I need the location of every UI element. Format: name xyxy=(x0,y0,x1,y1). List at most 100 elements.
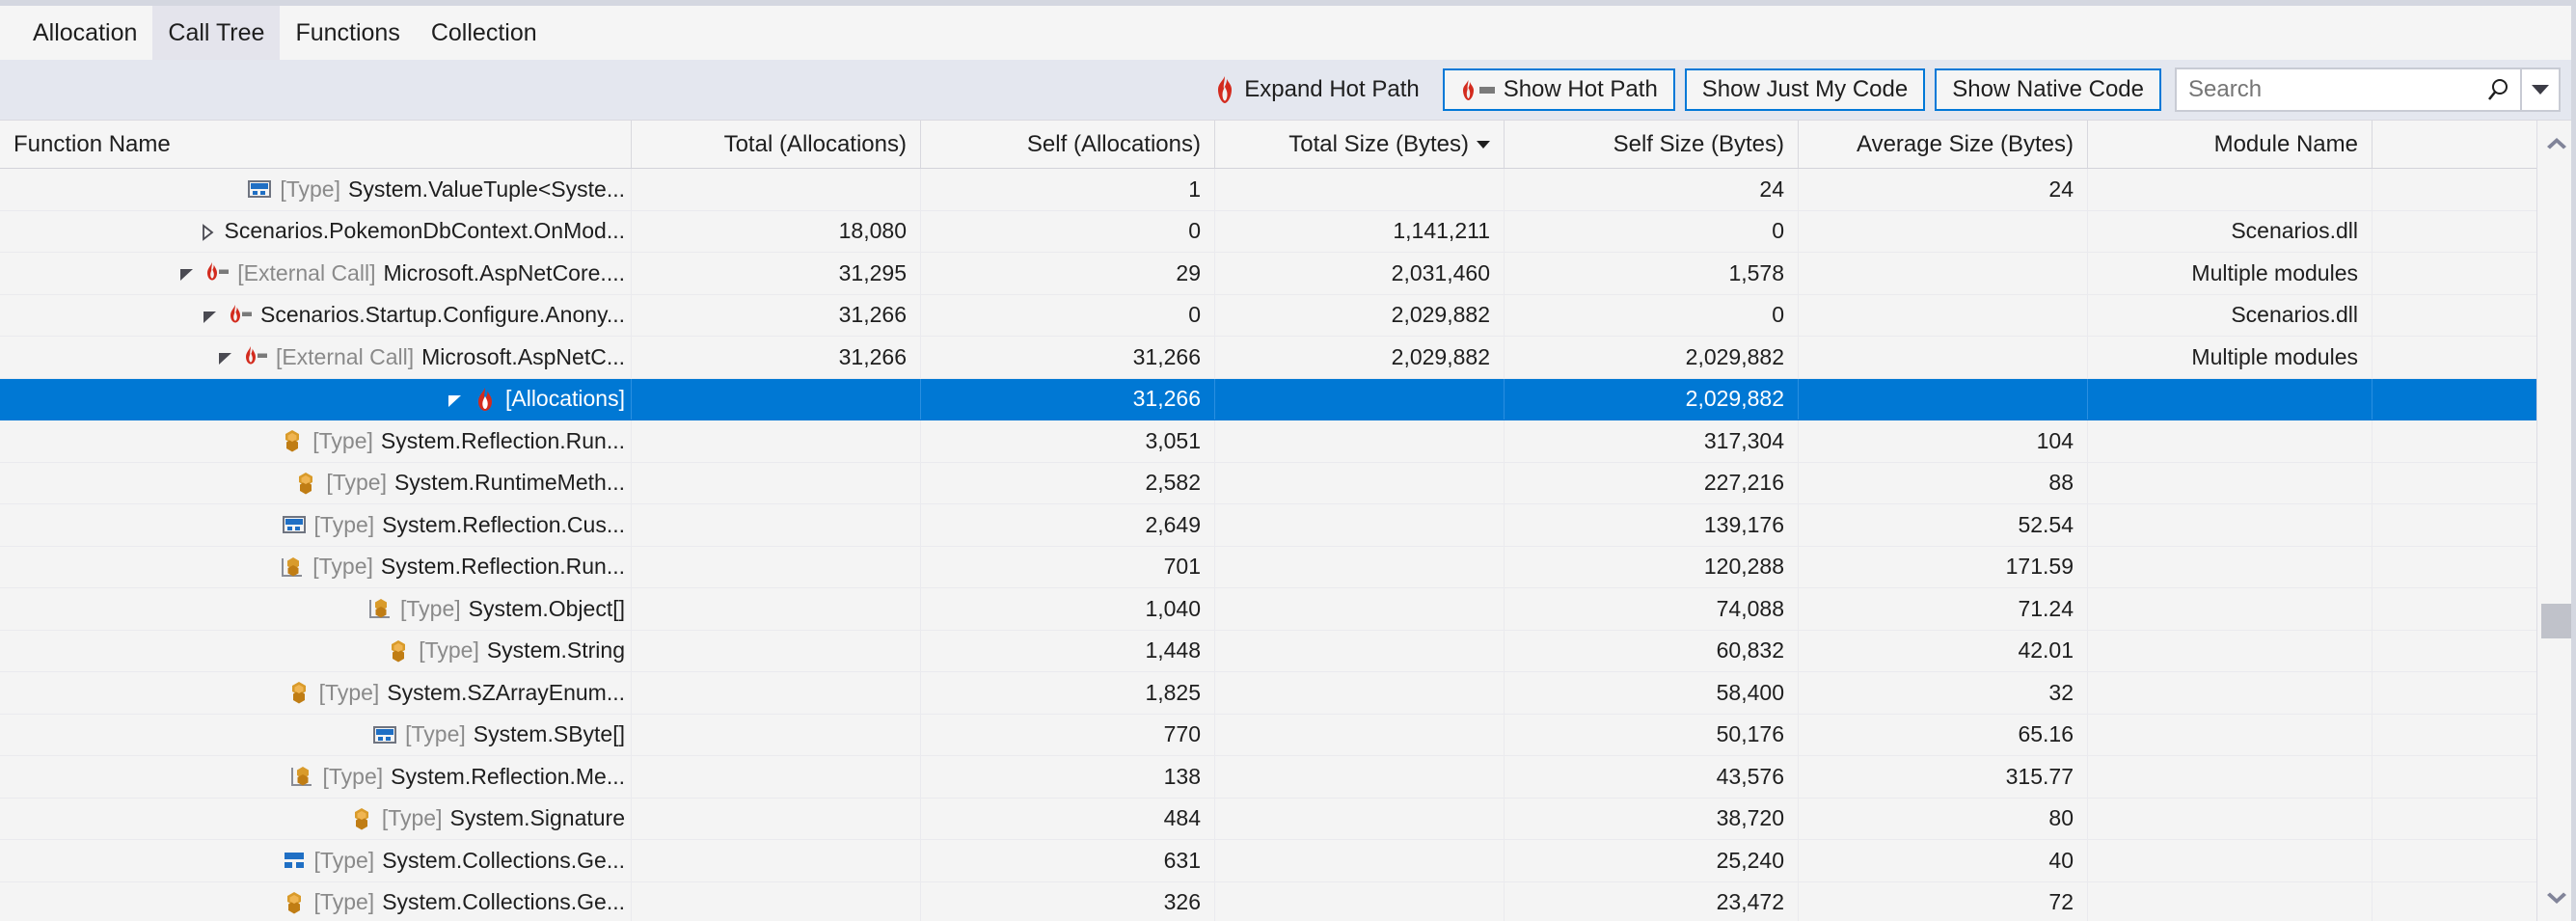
tree-expander-placeholder xyxy=(220,179,239,199)
scroll-up-button[interactable] xyxy=(2537,121,2576,165)
tree-expander-expanded-icon[interactable] xyxy=(177,263,197,283)
tab-collection[interactable]: Collection xyxy=(416,6,553,60)
cell-function-name: [External Call] Microsoft.AspNetCore.... xyxy=(0,253,632,294)
cell-module xyxy=(2088,798,2373,839)
tab-functions[interactable]: Functions xyxy=(280,6,415,60)
cell-function-name: [Type] System.SByte[] xyxy=(0,714,632,755)
tree-expander-expanded-icon[interactable] xyxy=(446,390,465,409)
cell-self-size: 43,576 xyxy=(1505,756,1799,798)
scrollbar-track[interactable] xyxy=(2537,165,2576,877)
tree-expander-expanded-icon[interactable] xyxy=(201,306,220,325)
cell-filler xyxy=(2373,379,2536,420)
function-name-content: Scenarios.PokemonDbContext.OnMod... xyxy=(198,218,625,244)
tree-expander-placeholder xyxy=(345,725,365,745)
cell-module: Scenarios.dll xyxy=(2088,294,2373,336)
column-header-function-name[interactable]: Function Name xyxy=(0,121,632,168)
cell-function-name: [Type] System.Reflection.Run... xyxy=(0,546,632,587)
function-name-text: System.Collections.Ge... xyxy=(382,889,625,915)
cell-self-size: 0 xyxy=(1505,210,1799,252)
cell-self-size: 74,088 xyxy=(1505,588,1799,630)
cell-total-allocations xyxy=(632,630,921,671)
function-name-prefix: [Type] xyxy=(326,470,387,496)
cell-module xyxy=(2088,420,2373,462)
table-row[interactable]: [Type] System.String 1,448 60,832 42.01 xyxy=(0,630,2536,672)
cell-self-size: 38,720 xyxy=(1505,798,1799,839)
column-header-filler xyxy=(2373,121,2536,168)
table-row[interactable]: [Type] System.Reflection.Cus... 2,649 139,1… xyxy=(0,504,2536,547)
cell-self-allocations: 2,582 xyxy=(921,462,1215,503)
cell-function-name: [Type] System.Object[] xyxy=(0,588,632,630)
tree-expander-expanded-icon[interactable] xyxy=(216,347,235,366)
type-struct-icon xyxy=(282,516,306,534)
cell-total-size xyxy=(1215,798,1505,839)
tab-allocation[interactable]: Allocation xyxy=(17,6,152,60)
cell-module xyxy=(2088,881,2373,921)
function-name-prefix: [Type] xyxy=(312,554,373,580)
cell-total-size xyxy=(1215,672,1505,714)
function-name-content: Scenarios.Startup.Configure.Anony... xyxy=(201,302,625,328)
hot-path-icon xyxy=(230,304,252,323)
column-label: Total (Allocations) xyxy=(723,130,907,157)
table-row[interactable]: [Type] System.Object[] 1,040 74,088 71.24 xyxy=(0,588,2536,631)
cell-module: Multiple modules xyxy=(2088,253,2373,294)
function-name-text: Microsoft.AspNetCore.... xyxy=(383,259,625,285)
show-hot-path-button[interactable]: Show Hot Path xyxy=(1442,68,1675,111)
table-row[interactable]: [External Call] Microsoft.AspNetC... 31,26… xyxy=(0,337,2536,379)
cell-function-name: [Type] System.Signature xyxy=(0,798,632,839)
table-row[interactable]: [Type] System.SZArrayEnum... 1,825 58,400 32 xyxy=(0,672,2536,715)
tree-expander-placeholder xyxy=(255,851,274,870)
column-header-total-allocations[interactable]: Total (Allocations) xyxy=(632,121,921,168)
tab-call-tree[interactable]: Call Tree xyxy=(152,6,281,60)
hot-path-icon xyxy=(207,262,230,281)
column-header-self-allocations[interactable]: Self (Allocations) xyxy=(921,121,1215,168)
table-row[interactable]: [Type] System.Reflection.Run... 701 120,288… xyxy=(0,546,2536,588)
table-row[interactable]: [Type] System.SByte[] 770 50,176 65.16 xyxy=(0,714,2536,756)
tree-expander-collapsed-icon[interactable] xyxy=(198,222,217,241)
table-row[interactable]: [Allocations] 31,266 2,029,882 xyxy=(0,378,2536,420)
cell-filler xyxy=(2373,799,2536,840)
table-row[interactable]: [Type] System.ValueTuple<Syste... 1 24 24 xyxy=(0,169,2536,211)
function-name-text: System.String xyxy=(486,637,625,664)
search-input[interactable] xyxy=(2188,76,2476,103)
table-row[interactable]: Scenarios.PokemonDbContext.OnMod... 18,08… xyxy=(0,210,2536,253)
function-name-prefix: [Type] xyxy=(280,176,340,202)
function-name-text: System.Object[] xyxy=(468,595,625,621)
function-name-content: [Type] System.SByte[] xyxy=(345,721,625,747)
search-options-dropdown[interactable] xyxy=(2520,69,2559,110)
table-row[interactable]: [Type] System.Collections.Ge... 326 23,472 7… xyxy=(0,881,2536,921)
show-native-code-button[interactable]: Show Native Code xyxy=(1935,68,2161,111)
cell-total-size xyxy=(1215,378,1505,420)
expand-hot-path-button[interactable]: Expand Hot Path xyxy=(1201,68,1432,111)
function-name-prefix: [Type] xyxy=(313,511,375,537)
type-class-icon xyxy=(354,807,368,830)
show-hot-path-label: Show Hot Path xyxy=(1503,76,1658,102)
table-row[interactable]: Scenarios.Startup.Configure.Anony... 31,2… xyxy=(0,294,2536,337)
cell-filler xyxy=(2373,337,2536,378)
table-row[interactable]: [Type] System.Reflection.Run... 3,051 317,3… xyxy=(0,420,2536,463)
vertical-scrollbar[interactable] xyxy=(2536,121,2576,921)
table-row[interactable]: [Type] System.Signature 484 38,720 80 xyxy=(0,798,2536,840)
type-internal-class-icon xyxy=(369,599,391,619)
tree-expander-placeholder xyxy=(253,431,272,450)
search-icon-cell[interactable] xyxy=(2476,69,2520,110)
show-just-my-code-button[interactable]: Show Just My Code xyxy=(1684,68,1926,111)
scrollbar-thumb[interactable] xyxy=(2541,604,2572,638)
cell-function-name: [Type] System.Reflection.Me... xyxy=(0,756,632,798)
show-just-my-code-label: Show Just My Code xyxy=(1701,76,1909,102)
column-header-self-size[interactable]: Self Size (Bytes) xyxy=(1505,121,1799,168)
cell-function-name: [Type] System.Collections.Ge... xyxy=(0,881,632,921)
column-header-total-size[interactable]: Total Size (Bytes) xyxy=(1215,121,1505,168)
search-box[interactable] xyxy=(2177,69,2476,110)
function-name-content: [External Call] Microsoft.AspNetCore.... xyxy=(177,260,625,286)
cell-total-allocations xyxy=(632,378,921,420)
table-row[interactable]: [Type] System.Collections.Ge... 631 25,240 4… xyxy=(0,840,2536,882)
scroll-down-button[interactable] xyxy=(2537,877,2576,921)
function-name-text: System.RuntimeMeth... xyxy=(393,470,625,496)
table-row[interactable]: [Type] System.RuntimeMeth... 2,582 227,216 8… xyxy=(0,462,2536,504)
cell-self-size: 139,176 xyxy=(1505,504,1799,546)
cell-average-size: 315.77 xyxy=(1799,756,2088,798)
table-row[interactable]: [External Call] Microsoft.AspNetCore.... 3… xyxy=(0,253,2536,295)
column-header-module-name[interactable]: Module Name xyxy=(2088,121,2373,168)
column-header-average-size[interactable]: Average Size (Bytes) xyxy=(1799,121,2088,168)
table-row[interactable]: [Type] System.Reflection.Me... 138 43,576 31… xyxy=(0,756,2536,799)
